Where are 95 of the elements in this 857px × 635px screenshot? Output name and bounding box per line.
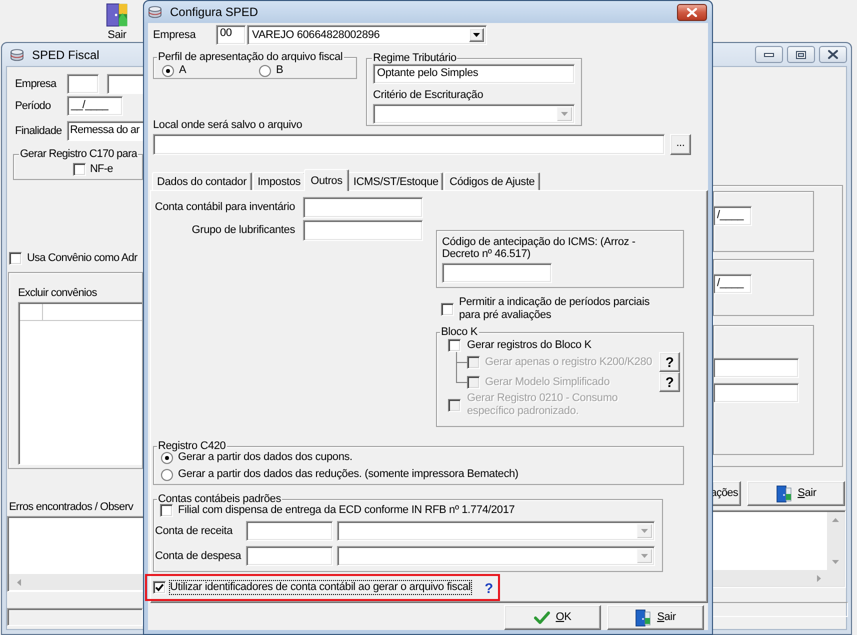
window-title: Configura SPED xyxy=(170,5,258,19)
field-label: Conta de despesa xyxy=(155,550,242,562)
checkbox-label: Usa Convênio como Adr xyxy=(27,252,138,265)
help-link[interactable]: ? xyxy=(484,580,493,594)
door-icon xyxy=(105,3,129,27)
group-title: Contas contábeis padrões xyxy=(157,493,282,506)
text-field[interactable] xyxy=(303,220,423,241)
checkbox-label: Filial com dispensa de entrega da ECD conforme IN RFB nº 1.774/2017 xyxy=(178,504,515,517)
field-label: Finalidade xyxy=(15,124,63,138)
grid-header-cell xyxy=(20,304,43,321)
text-field[interactable] xyxy=(714,358,799,378)
radio-button[interactable] xyxy=(161,468,173,480)
dropdown-field[interactable]: VAREJO 60664828002896 xyxy=(247,25,487,45)
horizontal-scrollbar[interactable] xyxy=(9,574,143,590)
door-icon xyxy=(635,608,652,626)
browse-button[interactable]: ... xyxy=(670,134,691,155)
field-label: Grupo de lubrificantes xyxy=(190,224,295,237)
horizontal-scrollbar[interactable] xyxy=(712,570,827,586)
tab[interactable]: Dados do contador xyxy=(152,172,252,190)
close-icon xyxy=(828,50,838,59)
close-button[interactable] xyxy=(677,4,707,20)
text-area[interactable] xyxy=(7,516,143,592)
field-label: Conta de receita xyxy=(155,524,234,538)
field-label: Empresa xyxy=(15,78,58,90)
exit-button[interactable]: Sair xyxy=(747,481,845,506)
field-label: Código de antecipação do ICMS: (Arroz - Decreto nº 46.517) xyxy=(442,236,636,260)
database-icon xyxy=(148,6,162,18)
tab[interactable]: Outros xyxy=(304,169,350,191)
text-field[interactable]: /____ xyxy=(714,274,752,294)
field-label: Local onde será salvo o arquivo xyxy=(153,119,304,132)
minimize-icon xyxy=(764,52,774,56)
checkbox[interactable] xyxy=(448,339,461,352)
text-field[interactable] xyxy=(442,263,552,283)
text-field[interactable] xyxy=(246,546,333,566)
checkbox-label: Gerar registros do Bloco K xyxy=(467,339,592,352)
text-field[interactable]: /____ xyxy=(714,206,752,226)
checkbox-label: Permitir a indicação de períodos parciais para pré avaliações xyxy=(459,296,651,322)
text-field[interactable] xyxy=(714,383,799,403)
radio-label: B xyxy=(276,64,284,77)
text-field[interactable]: __/____ xyxy=(67,96,123,116)
tab[interactable]: Impostos xyxy=(252,172,306,190)
checkbox-label: Gerar Modelo Simplificado xyxy=(485,376,610,388)
tab[interactable]: Códigos de Ajuste xyxy=(444,172,540,190)
right-arrow-icon xyxy=(817,574,821,582)
text-field[interactable] xyxy=(67,74,99,94)
checkbox[interactable] xyxy=(9,252,22,265)
ok-button[interactable]: OK xyxy=(504,605,601,630)
window-title: SPED Fiscal xyxy=(32,48,100,62)
exit-button[interactable]: Sair xyxy=(607,605,704,630)
text-field[interactable] xyxy=(107,74,143,94)
door-icon xyxy=(776,484,792,502)
group-title: Perfil de apresentação do arquivo fiscal xyxy=(157,51,344,64)
text-field[interactable] xyxy=(246,521,333,541)
text-field[interactable]: 00 xyxy=(216,25,246,45)
group-title: Gerar Registro C170 para xyxy=(19,148,138,161)
text-field[interactable] xyxy=(303,197,423,218)
radio-button[interactable] xyxy=(162,64,174,76)
text-field[interactable]: Optante pelo Simples xyxy=(373,64,575,84)
checkbox-label: NF-e xyxy=(90,163,113,176)
close-icon xyxy=(687,8,697,16)
field-label: Conta contábil para inventário xyxy=(154,201,295,214)
group-title: Registro C420 xyxy=(157,440,227,453)
checkbox[interactable] xyxy=(160,504,173,517)
maximize-icon xyxy=(796,50,806,58)
field-label: Critério de Escrituração xyxy=(373,89,484,102)
close-button[interactable] xyxy=(819,46,847,63)
minimize-button[interactable] xyxy=(755,46,783,63)
field-label: Empresa xyxy=(153,28,197,42)
checkbox[interactable] xyxy=(73,163,86,176)
radio-label: A xyxy=(179,64,186,77)
data-grid[interactable] xyxy=(18,302,142,465)
checkmark-icon xyxy=(534,611,550,624)
checkbox[interactable] xyxy=(441,302,454,316)
vertical-scrollbar[interactable] xyxy=(827,512,844,570)
field-label: Período xyxy=(15,100,52,112)
exit-button[interactable]: Sair xyxy=(100,0,134,42)
group-title: Regime Tributário xyxy=(372,52,458,65)
text-area[interactable] xyxy=(712,510,846,588)
radio-label: Gerar a partir dos dados dos cupons. xyxy=(178,451,352,464)
down-arrow-icon xyxy=(832,560,839,564)
maximize-button[interactable] xyxy=(787,46,815,63)
tab[interactable]: ICMS/ST/Estoque xyxy=(348,172,444,190)
checkbox[interactable] xyxy=(153,581,166,594)
radio-button[interactable] xyxy=(259,64,271,76)
database-icon xyxy=(10,48,24,60)
text-field[interactable]: Remessa do ar xyxy=(67,121,143,141)
radio-label: Gerar a partir dos dados das reduções. (somente impressora Bematech) xyxy=(178,468,518,481)
checkbox-label: Gerar Registro 0210 - Consumo específico padronizado. xyxy=(467,392,619,418)
checkbox-label: Gerar apenas o registro K200/K280 xyxy=(485,356,652,368)
text-field[interactable] xyxy=(153,134,665,155)
left-arrow-icon xyxy=(17,578,21,586)
field-label: Erros encontrados / Observ xyxy=(9,501,134,514)
checkbox-label: Utilizar identificadores de conta contábil ao gerar o arquivo fiscal xyxy=(170,581,471,594)
field-label: Excluir convênios xyxy=(18,287,98,300)
up-arrow-icon xyxy=(832,518,839,522)
